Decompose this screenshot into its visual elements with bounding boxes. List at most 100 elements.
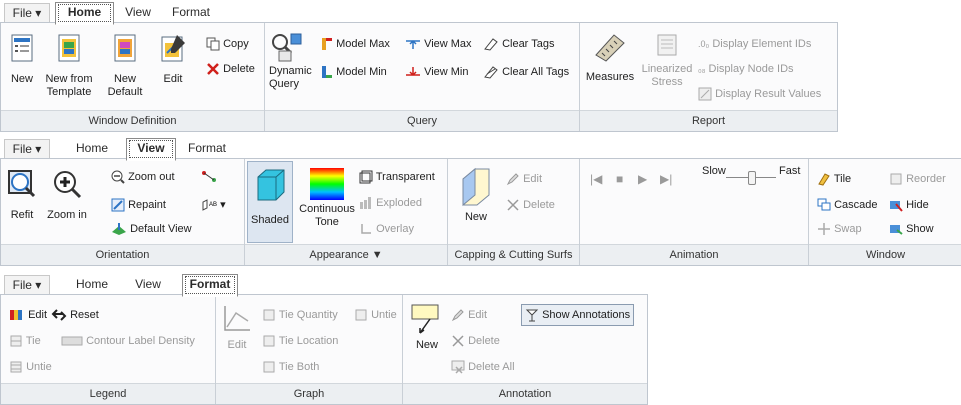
view-min-icon (406, 67, 420, 77)
tile-icon (818, 173, 830, 186)
tab-home[interactable]: Home (72, 139, 112, 158)
capping-new-button[interactable]: New (458, 167, 494, 224)
group-label-capping: Capping & Cutting Surfs (448, 244, 579, 265)
tab-home[interactable]: Home (55, 2, 114, 25)
tab-view[interactable]: View (126, 138, 176, 161)
ribbon-body: New New from Template New Default Edit C… (0, 22, 838, 132)
copy-button[interactable]: Copy (206, 36, 249, 52)
tab-home[interactable]: Home (72, 275, 112, 294)
annotation-new-button[interactable]: New (409, 303, 445, 352)
group-label-animation: Animation (580, 244, 808, 265)
display-node-ids-button[interactable]: ₀₈ Display Node IDs (698, 61, 794, 77)
result-values-icon (698, 87, 712, 101)
clear-tags-button[interactable]: Clear Tags (483, 36, 554, 52)
shaded-cube-icon (257, 169, 285, 201)
template-icon (58, 34, 80, 62)
display-node-ids-label: Display Node IDs (708, 63, 794, 75)
annotation-edit-button[interactable]: Edit (451, 307, 487, 323)
reorder-button[interactable]: Reorder (889, 171, 946, 187)
transparent-button[interactable]: Transparent (359, 169, 435, 185)
legend-untie-button[interactable]: Untie (9, 359, 52, 375)
clear-all-tags-button[interactable]: Clear All Tags (483, 64, 569, 80)
tie-quantity-button[interactable]: Tie Quantity (262, 307, 338, 323)
default-view-button[interactable]: Default View (111, 221, 192, 237)
repaint-button[interactable]: Repaint (111, 197, 166, 213)
dynamic-query-button[interactable]: Dynamic Query (269, 31, 312, 91)
default-view-label: Default View (130, 223, 192, 235)
exploded-button[interactable]: Exploded (359, 195, 422, 211)
view-orient-dropdown[interactable]: AB ▾ (201, 197, 226, 213)
annotation-delete-all-button[interactable]: Delete All (451, 359, 515, 375)
graph-edit-button[interactable]: Edit (220, 303, 254, 352)
linearized-stress-label: Linearized Stress (641, 63, 693, 88)
annotation-delete-all-label: Delete All (468, 361, 515, 373)
group-window-definition: New New from Template New Default Edit C… (1, 23, 265, 131)
tab-file[interactable]: File ▾ (4, 3, 50, 24)
hide-icon (890, 201, 903, 212)
first-frame-icon[interactable]: |◀ (590, 171, 602, 187)
model-min-button[interactable]: Model Min (321, 64, 387, 80)
model-max-button[interactable]: Model Max (321, 36, 390, 52)
new-default-button[interactable]: New Default (105, 33, 145, 99)
show-annotations-label: Show Annotations (542, 309, 631, 321)
new-label: New (10, 73, 33, 85)
speed-slider-handle[interactable] (748, 171, 756, 185)
shaded-button[interactable]: Shaded (247, 161, 293, 243)
transparent-icon (359, 170, 373, 184)
group-label-legend: Legend (1, 383, 215, 404)
tab-file[interactable]: File ▾ (4, 139, 50, 160)
tile-button[interactable]: Tile (817, 171, 851, 187)
capping-edit-button[interactable]: Edit (506, 171, 542, 187)
hide-button[interactable]: Hide (889, 197, 929, 213)
contour-label-density-button[interactable]: Contour Label Density (61, 333, 195, 349)
show-annotations-button[interactable]: Show Annotations (521, 304, 635, 326)
tab-view[interactable]: View (128, 275, 168, 294)
annotation-delete-button[interactable]: Delete (451, 333, 500, 349)
tab-format[interactable]: Format (166, 3, 216, 22)
delete-button[interactable]: Delete (206, 61, 255, 77)
chevron-down-icon: ▾ (220, 199, 226, 211)
display-element-ids-label: Display Element IDs (712, 38, 812, 50)
zoom-out-button[interactable]: Zoom out (111, 169, 175, 185)
refit-button[interactable]: Refit (7, 169, 37, 222)
swap-button[interactable]: Swap (817, 221, 862, 237)
measures-button[interactable]: Measures (580, 31, 640, 84)
capping-delete-button[interactable]: Delete (506, 197, 555, 213)
tab-format[interactable]: Format (182, 139, 232, 158)
tab-view[interactable]: View (118, 3, 158, 22)
edit-button[interactable]: Edit (157, 33, 189, 86)
show-button[interactable]: Show (889, 221, 934, 237)
legend-tie-button[interactable]: Tie (9, 333, 41, 349)
tie-location-button[interactable]: Tie Location (262, 333, 338, 349)
cascade-button[interactable]: Cascade (817, 197, 877, 213)
model-max-icon (322, 38, 332, 51)
display-result-values-button[interactable]: Display Result Values (698, 86, 821, 102)
play-icon[interactable]: ▶ (638, 171, 647, 187)
refit-label: Refit (10, 209, 34, 221)
overlay-button[interactable]: Overlay (359, 221, 414, 237)
legend-reset-button[interactable]: Reset (51, 307, 99, 323)
linearized-stress-icon (657, 34, 677, 56)
graph-untie-button[interactable]: Untie (354, 307, 397, 323)
cutting-surface-icon (462, 167, 490, 207)
view-min-button[interactable]: View Min (405, 64, 469, 80)
new-button[interactable]: New (7, 33, 37, 86)
annotation-new-label: New (415, 339, 438, 351)
group-label-appearance[interactable]: Appearance ▼ (245, 244, 447, 265)
display-element-ids-button[interactable]: .0₀ Display Element IDs (698, 36, 811, 52)
orient-icon-button[interactable] (201, 169, 217, 185)
last-frame-icon[interactable]: ▶| (660, 171, 672, 187)
tie-both-button[interactable]: Tie Both (262, 359, 319, 375)
continuous-tone-button[interactable]: Continuous Tone (297, 167, 357, 229)
zoom-out-icon (111, 170, 125, 184)
legend-edit-button[interactable]: Edit (9, 307, 47, 323)
view-max-button[interactable]: View Max (405, 36, 472, 52)
tab-file[interactable]: File ▾ (4, 275, 50, 296)
group-label-annotation: Annotation (403, 383, 647, 404)
zoom-in-button[interactable]: Zoom in (45, 169, 89, 222)
linearized-stress-button[interactable]: Linearized Stress (640, 33, 694, 89)
stop-icon[interactable]: ■ (616, 171, 623, 187)
tab-format[interactable]: Format (182, 274, 238, 297)
new-from-template-button[interactable]: New from Template (41, 33, 97, 99)
new-default-label: New Default (107, 73, 143, 98)
